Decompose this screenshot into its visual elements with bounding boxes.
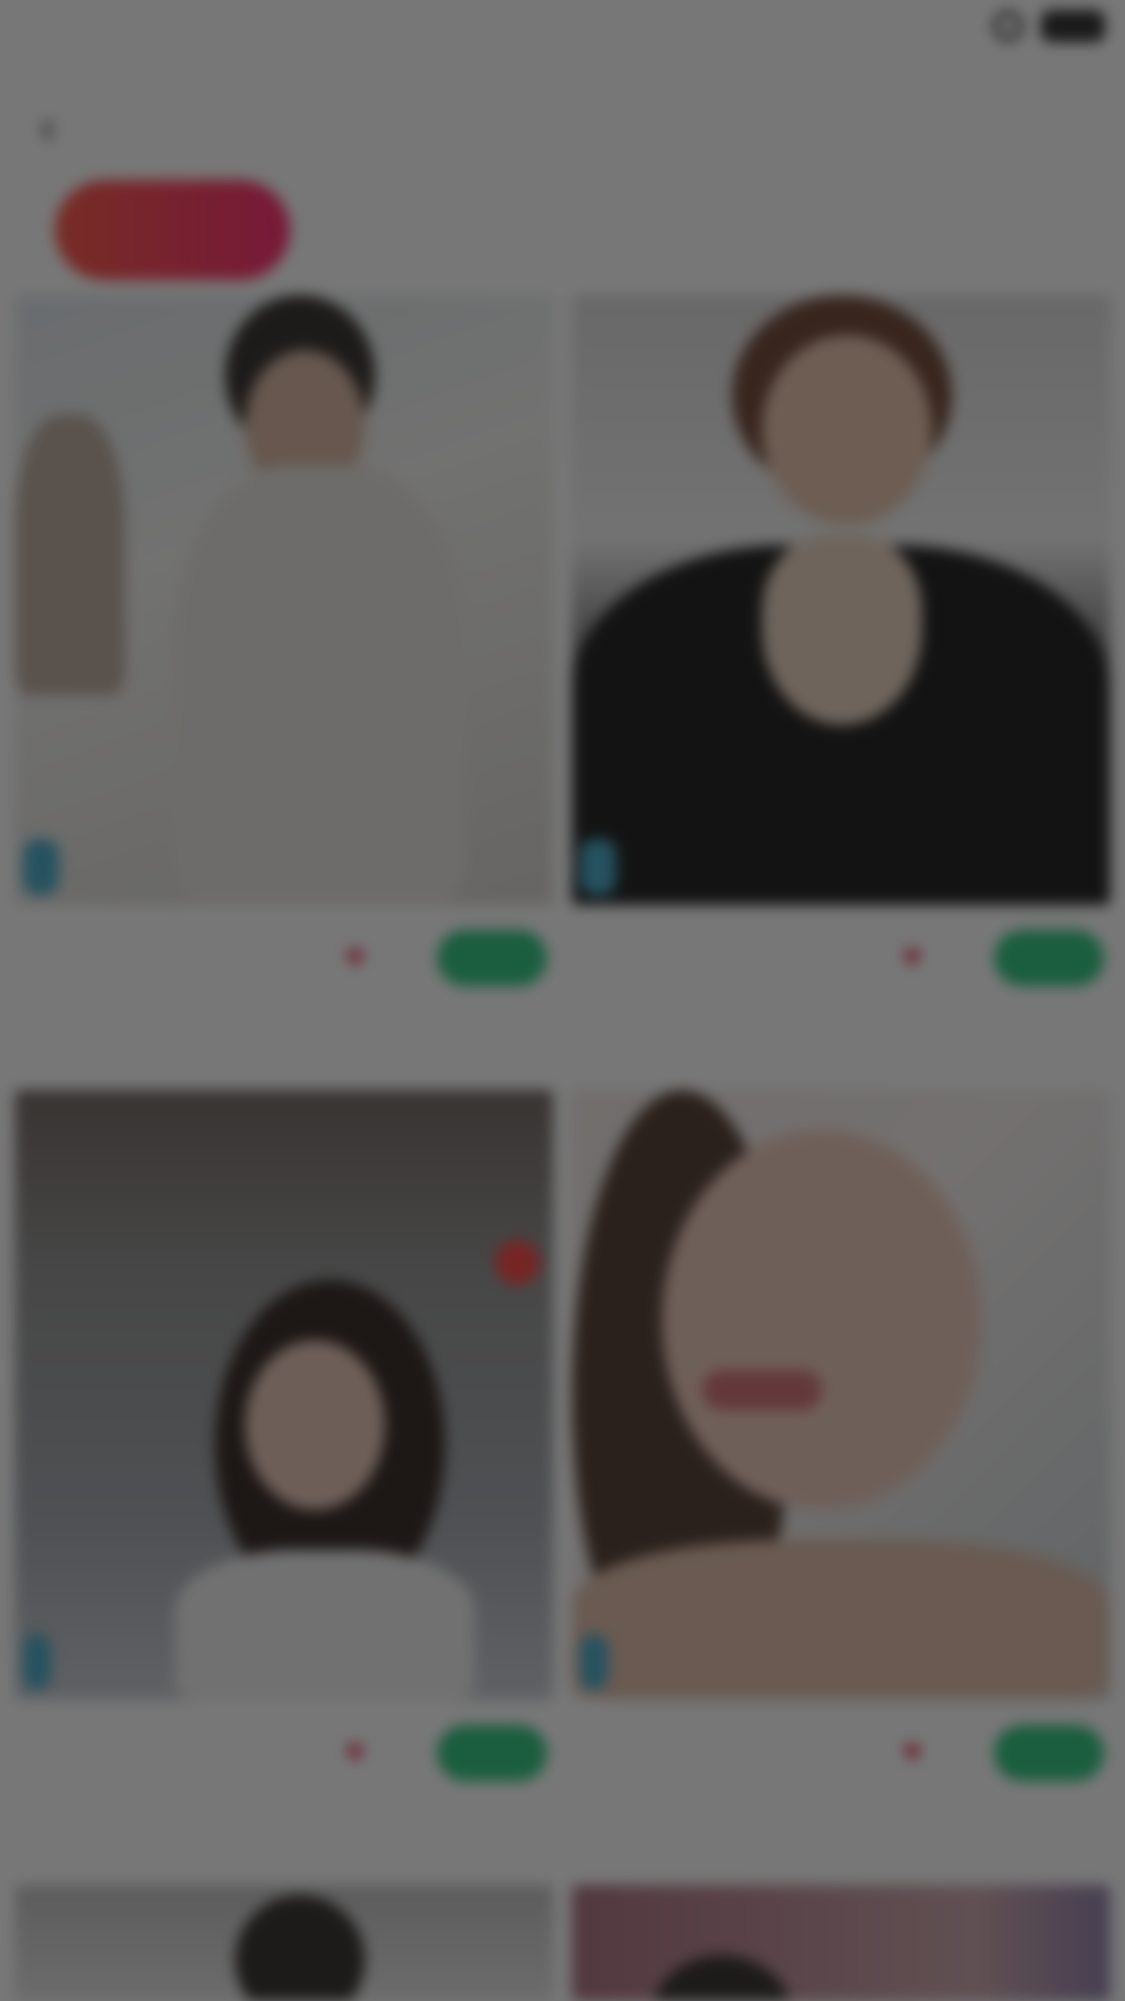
dim-overlay[interactable]: [0, 0, 1125, 2001]
